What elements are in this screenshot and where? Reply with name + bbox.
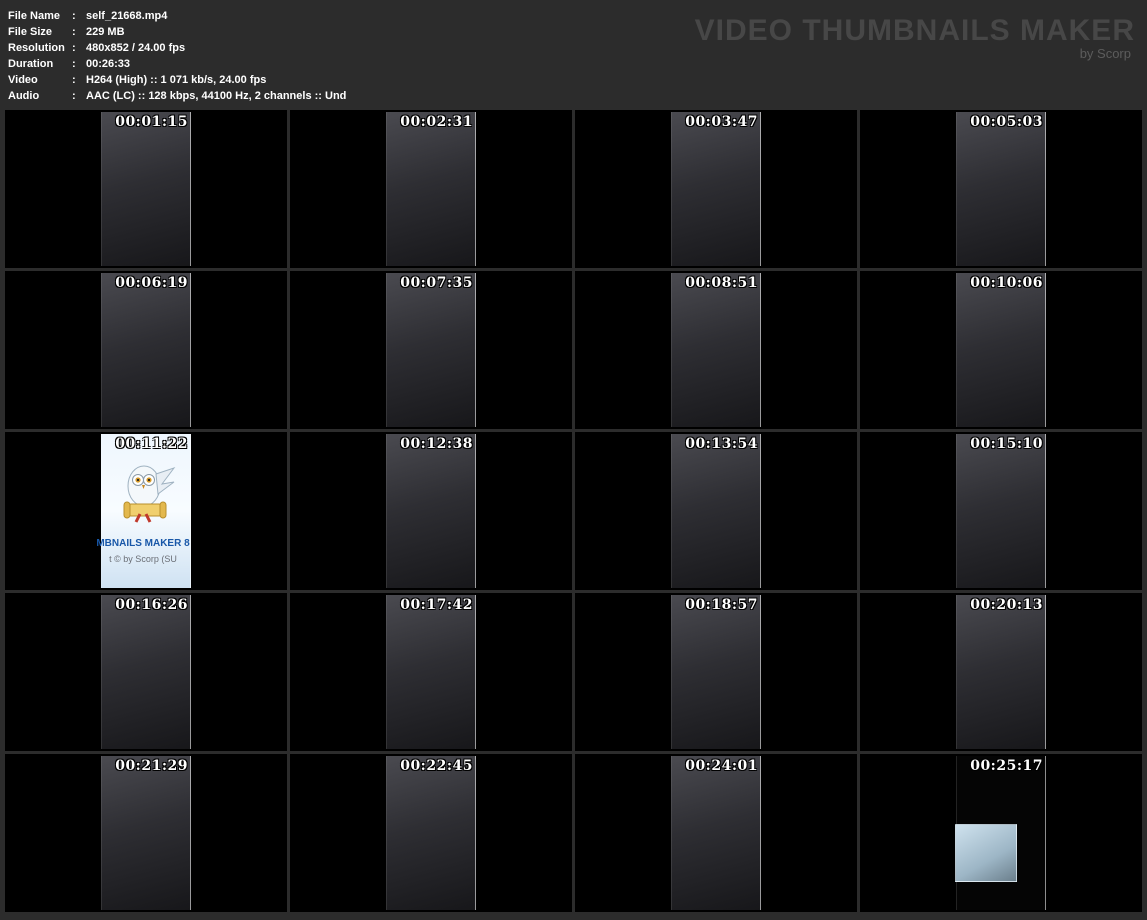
thumbnail-cell: 00:10:06 bbox=[860, 271, 1142, 429]
meta-label: Duration bbox=[8, 56, 72, 72]
vtm-logo-subtext: t © by Scorp (SU bbox=[109, 554, 177, 564]
thumbnail-cell: 00:15:10 bbox=[860, 432, 1142, 590]
thumbnail-cell: 00:16:26 bbox=[5, 593, 287, 751]
thumbnail-cell: 00:05:03 bbox=[860, 110, 1142, 268]
timestamp-label: 00:21:29 bbox=[115, 758, 188, 774]
thumbnail-image-placeholder: 00:10:06 bbox=[956, 273, 1046, 427]
thumbnail-image-placeholder: 00:21:29 bbox=[101, 756, 191, 910]
timestamp-label: 00:10:06 bbox=[970, 275, 1043, 291]
timestamp-label: 00:20:13 bbox=[970, 597, 1043, 613]
thumbnail-cell: 00:18:57 bbox=[575, 593, 857, 751]
meta-label: File Name bbox=[8, 8, 72, 24]
meta-value: self_21668.mp4 bbox=[86, 8, 167, 24]
meta-separator: : bbox=[72, 24, 86, 40]
thumbnail-image-placeholder: 00:07:35 bbox=[386, 273, 476, 427]
meta-separator: : bbox=[72, 8, 86, 24]
thumbnail-image-placeholder: 00:25:17 bbox=[956, 756, 1046, 910]
meta-label: Video bbox=[8, 72, 72, 88]
meta-value: 480x852 / 24.00 fps bbox=[86, 40, 185, 56]
thumbnail-image-placeholder: 00:24:01 bbox=[671, 756, 761, 910]
meta-value: H264 (High) :: 1 071 kb/s, 24.00 fps bbox=[86, 72, 266, 88]
thumbnail-cell: 00:03:47 bbox=[575, 110, 857, 268]
thumbnail-cell: 00:13:54 bbox=[575, 432, 857, 590]
thumbnail-cell: 00:06:19 bbox=[5, 271, 287, 429]
meta-separator: : bbox=[72, 72, 86, 88]
app-watermark-subtitle: by Scorp bbox=[695, 46, 1131, 61]
timestamp-label: 00:12:38 bbox=[400, 436, 473, 452]
timestamp-label: 00:16:26 bbox=[115, 597, 188, 613]
thumbnail-image-placeholder: 00:03:47 bbox=[671, 112, 761, 266]
thumbnail-image-placeholder: 00:17:42 bbox=[386, 595, 476, 749]
inset-frame-placeholder bbox=[955, 824, 1017, 882]
timestamp-label: 00:11:22 bbox=[115, 436, 188, 452]
thumbnail-cell: 00:17:42 bbox=[290, 593, 572, 751]
meta-separator: : bbox=[72, 56, 86, 72]
thumbnail-cell: 00:21:29 bbox=[5, 754, 287, 912]
meta-label: Audio bbox=[8, 88, 72, 104]
meta-field: Audio : AAC (LC) :: 128 kbps, 44100 Hz, … bbox=[8, 88, 1137, 104]
thumbnail-cell: 00:22:45 bbox=[290, 754, 572, 912]
thumbnail-image-placeholder: 00:12:38 bbox=[386, 434, 476, 588]
meta-label: Resolution bbox=[8, 40, 72, 56]
thumbnail-image-placeholder: 00:01:15 bbox=[101, 112, 191, 266]
thumbnail-image-placeholder: 00:20:13 bbox=[956, 595, 1046, 749]
timestamp-label: 00:24:01 bbox=[685, 758, 758, 774]
meta-separator: : bbox=[72, 40, 86, 56]
thumbnail-image-placeholder: 00:06:19 bbox=[101, 273, 191, 427]
thumbnail-cell: 00:20:13 bbox=[860, 593, 1142, 751]
header-panel: File Name : self_21668.mp4 File Size : 2… bbox=[0, 0, 1147, 110]
thumbnail-cell: 00:24:01 bbox=[575, 754, 857, 912]
timestamp-label: 00:03:47 bbox=[685, 114, 758, 130]
meta-separator: : bbox=[72, 88, 86, 104]
timestamp-label: 00:22:45 bbox=[400, 758, 473, 774]
thumbnail-image-placeholder: 00:02:31 bbox=[386, 112, 476, 266]
thumbnail-cell: 00:01:15 bbox=[5, 110, 287, 268]
meta-label: File Size bbox=[8, 24, 72, 40]
thumbnail-cell: 00:08:51 bbox=[575, 271, 857, 429]
timestamp-label: 00:13:54 bbox=[685, 436, 758, 452]
vtm-logo-text: MBNAILS MAKER 8 bbox=[96, 538, 189, 549]
owl-icon bbox=[116, 460, 176, 524]
timestamp-label: 00:01:15 bbox=[115, 114, 188, 130]
meta-value: 00:26:33 bbox=[86, 56, 130, 72]
thumbnail-image-placeholder: 00:16:26 bbox=[101, 595, 191, 749]
meta-value: 229 MB bbox=[86, 24, 125, 40]
contact-sheet-page: File Name : self_21668.mp4 File Size : 2… bbox=[0, 0, 1147, 920]
thumbnail-image-placeholder: MBNAILS MAKER 8t © by Scorp (SU00:11:22 bbox=[101, 434, 191, 588]
thumbnail-image-placeholder: 00:15:10 bbox=[956, 434, 1046, 588]
thumbnail-cell: 00:02:31 bbox=[290, 110, 572, 268]
timestamp-label: 00:15:10 bbox=[970, 436, 1043, 452]
thumbnail-image-placeholder: 00:13:54 bbox=[671, 434, 761, 588]
thumbnail-image-placeholder: 00:08:51 bbox=[671, 273, 761, 427]
timestamp-label: 00:06:19 bbox=[115, 275, 188, 291]
thumbnail-image-placeholder: 00:05:03 bbox=[956, 112, 1046, 266]
thumbnail-cell: 00:07:35 bbox=[290, 271, 572, 429]
timestamp-label: 00:02:31 bbox=[400, 114, 473, 130]
timestamp-label: 00:18:57 bbox=[685, 597, 758, 613]
app-watermark-title: VIDEO THUMBNAILS MAKER bbox=[695, 14, 1135, 48]
thumbnail-grid: 00:01:15 00:02:31 00:03:47 00:05:03 00:0… bbox=[5, 110, 1142, 912]
thumbnail-cell: MBNAILS MAKER 8 t © by Scorp (SU 00:11:22 bbox=[5, 432, 287, 590]
meta-value: AAC (LC) :: 128 kbps, 44100 Hz, 2 channe… bbox=[86, 88, 346, 104]
timestamp-label: 00:05:03 bbox=[970, 114, 1043, 130]
timestamp-label: 00:17:42 bbox=[400, 597, 473, 613]
timestamp-label: 00:07:35 bbox=[400, 275, 473, 291]
timestamp-label: 00:08:51 bbox=[685, 275, 758, 291]
thumbnail-image-placeholder: 00:18:57 bbox=[671, 595, 761, 749]
thumbnail-image-placeholder: 00:22:45 bbox=[386, 756, 476, 910]
timestamp-label: 00:25:17 bbox=[970, 758, 1043, 774]
app-watermark: VIDEO THUMBNAILS MAKER by Scorp bbox=[695, 14, 1135, 61]
thumbnail-cell: 00:12:38 bbox=[290, 432, 572, 590]
thumbnail-cell: 00:25:17 bbox=[860, 754, 1142, 912]
meta-field: Video : H264 (High) :: 1 071 kb/s, 24.00… bbox=[8, 72, 1137, 88]
